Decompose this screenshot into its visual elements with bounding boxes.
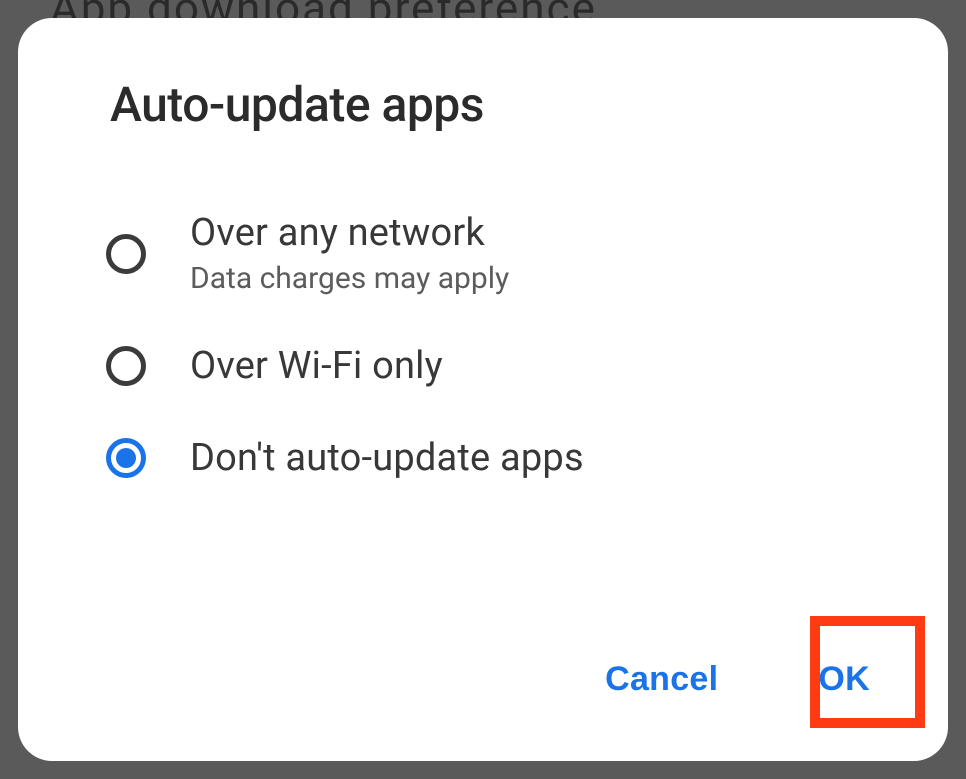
option-text: Over Wi-Fi only xyxy=(190,344,443,388)
option-label: Over Wi-Fi only xyxy=(190,344,443,388)
options-list: Over any network Data charges may apply … xyxy=(106,211,892,480)
option-dont-auto-update[interactable]: Don't auto-update apps xyxy=(106,436,892,480)
option-label: Over any network xyxy=(190,211,509,255)
option-over-wifi-only[interactable]: Over Wi-Fi only xyxy=(106,344,892,388)
auto-update-dialog: Auto-update apps Over any network Data c… xyxy=(18,18,948,761)
radio-icon xyxy=(106,234,146,274)
option-over-any-network[interactable]: Over any network Data charges may apply xyxy=(106,211,892,296)
cancel-button[interactable]: Cancel xyxy=(587,644,736,715)
radio-icon xyxy=(106,346,146,386)
option-text: Over any network Data charges may apply xyxy=(190,211,509,296)
option-subtitle: Data charges may apply xyxy=(190,261,509,296)
option-text: Don't auto-update apps xyxy=(190,436,584,480)
radio-icon xyxy=(106,438,146,478)
ok-button[interactable]: OK xyxy=(800,644,888,715)
option-label: Don't auto-update apps xyxy=(190,436,584,480)
dialog-actions: Cancel OK xyxy=(74,644,892,721)
dialog-title: Auto-update apps xyxy=(110,76,892,133)
